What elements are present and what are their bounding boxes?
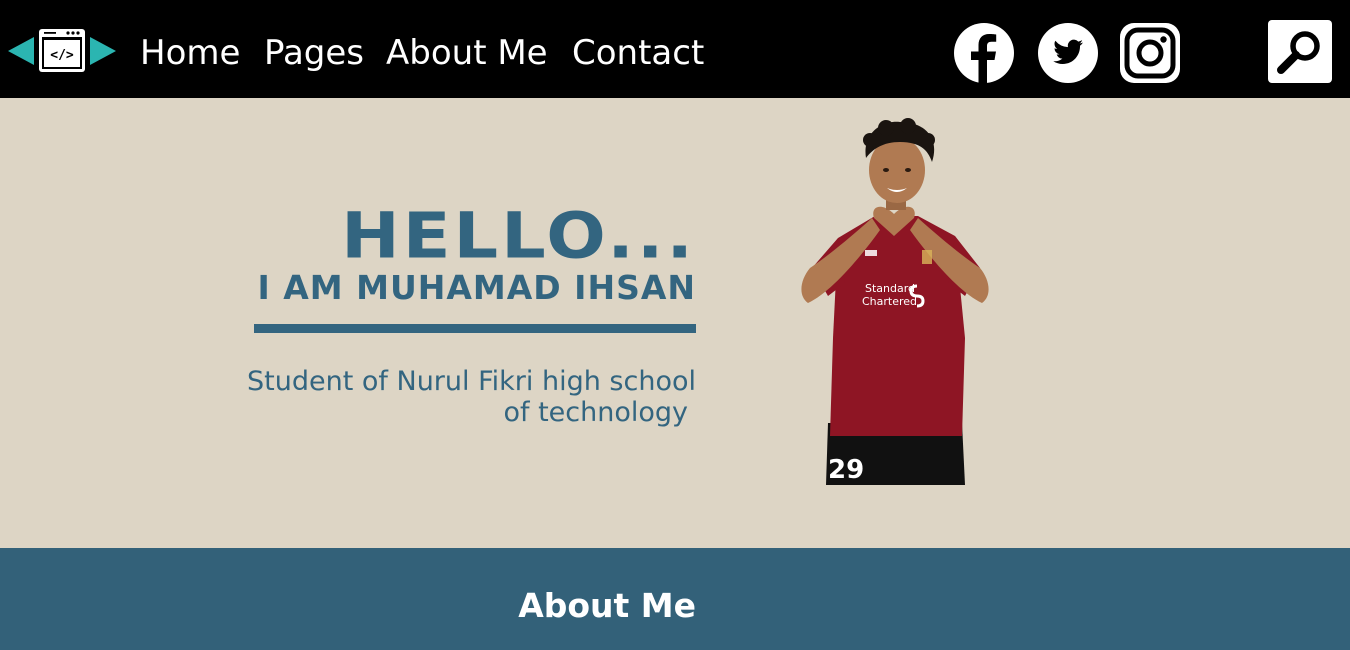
twitter-link[interactable] [1037,22,1099,84]
hero-subtitle-line1: Student of Nurul Fikri high school [247,366,696,397]
search-icon [1277,31,1320,74]
svg-text:Chartered: Chartered [862,295,917,308]
hero-section: HELLO... I AM MUHAMAD IHSAN Student of N… [0,98,1350,548]
svg-text:Standard: Standard [865,282,915,295]
instagram-link[interactable] [1119,22,1181,84]
search-button[interactable] [1268,20,1332,83]
about-section: About Me [0,548,1350,650]
site-logo[interactable]: </> [8,26,116,76]
facebook-icon [954,23,1014,83]
nav-about-link[interactable]: About Me [386,30,548,76]
nav-contact-link[interactable]: Contact [572,30,704,76]
svg-text:</>: </> [50,48,74,63]
navbar: </> Home Pages About Me Contact [0,0,1350,98]
hero-subtitle-line2: of technology [503,397,688,428]
code-window-icon: </> [8,29,116,72]
instagram-icon [1120,23,1180,83]
nav-home-link[interactable]: Home [140,30,240,76]
jersey-number: 29 [828,455,864,485]
facebook-link[interactable] [953,22,1015,84]
hero-name: I AM MUHAMAD IHSAN [257,268,696,307]
about-title: About Me [518,586,696,625]
nav-pages-link[interactable]: Pages [264,30,364,76]
hero-subtitle: Student of Nurul Fikri high school of te… [196,366,696,428]
twitter-icon [1038,23,1098,83]
hero-divider [254,324,696,333]
hero-greeting: HELLO... [341,199,696,273]
profile-photo: 29 Standard Chartered [801,118,989,485]
